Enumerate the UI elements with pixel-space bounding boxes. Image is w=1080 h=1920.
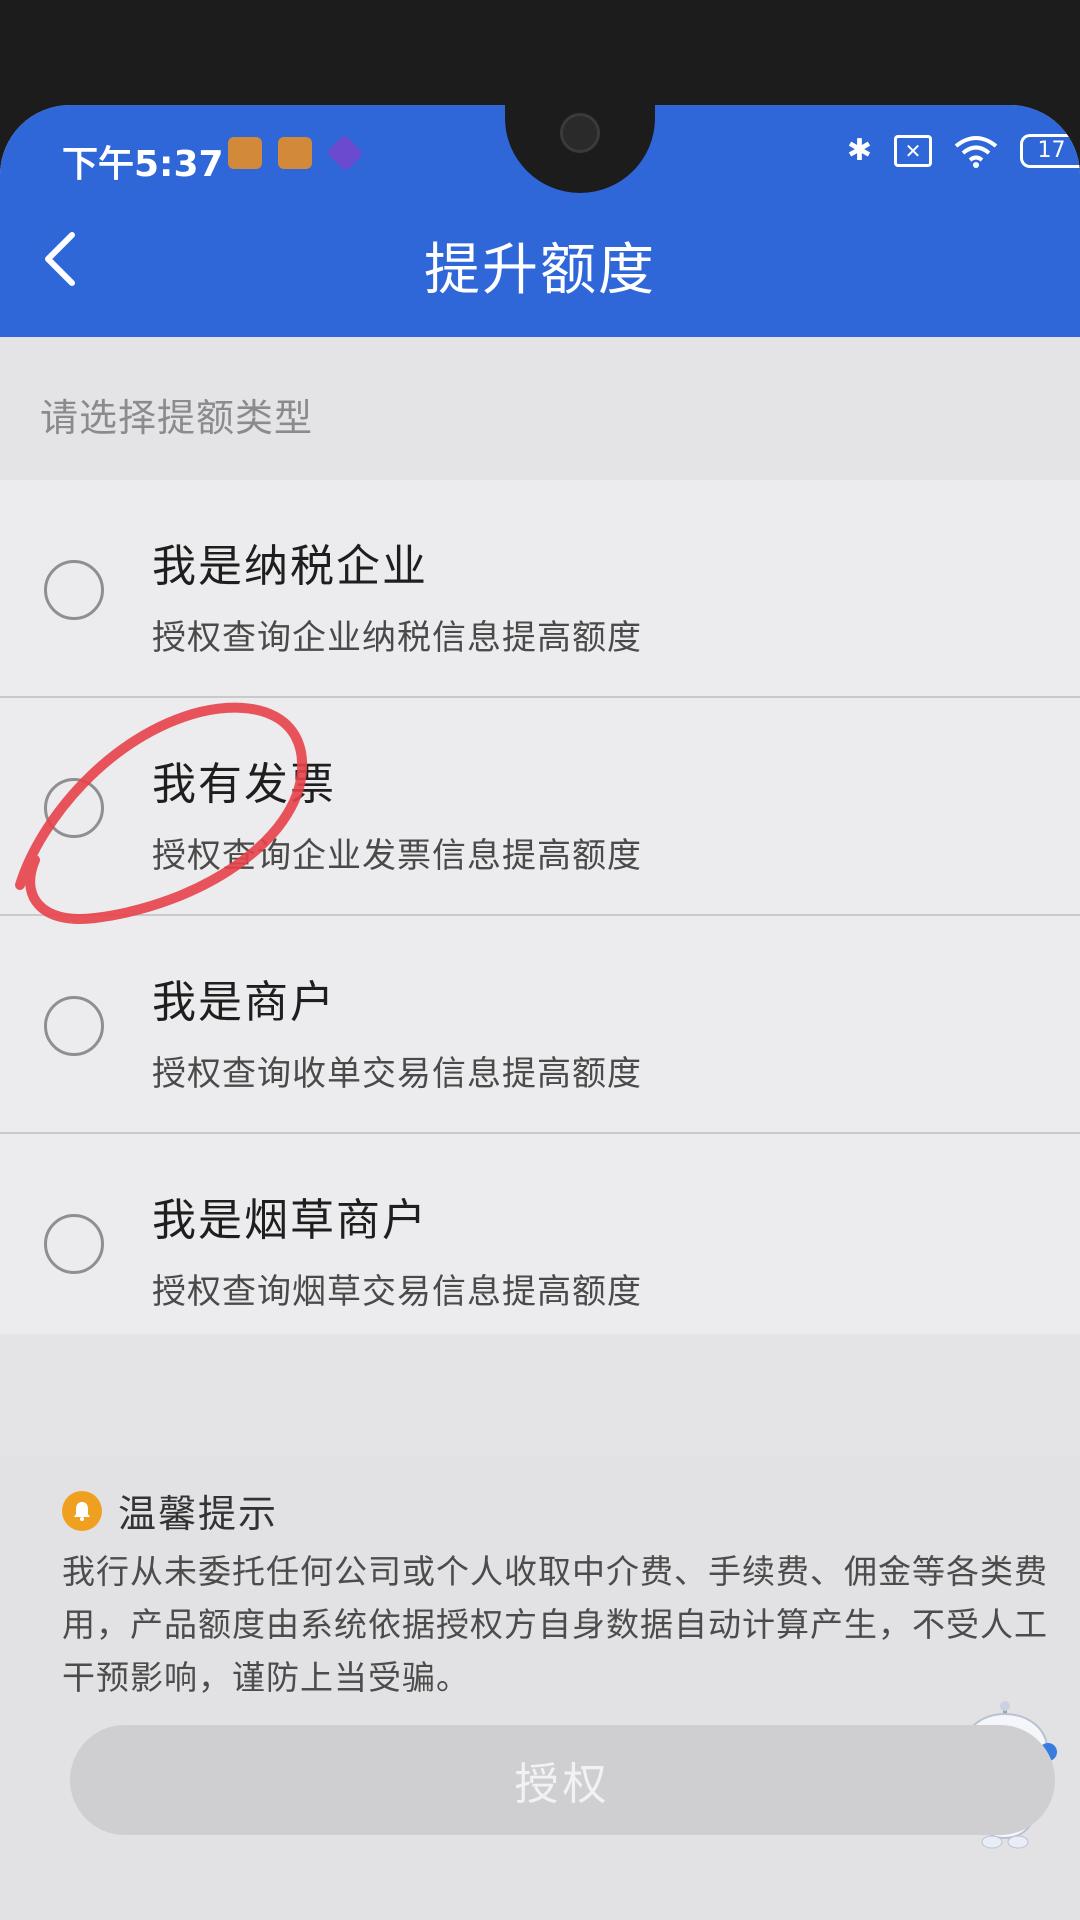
option-title: 我是烟草商户 [152,1195,428,1246]
page-title: 提升额度 [424,238,656,303]
wifi-icon [954,135,998,168]
status-time: 下午5:37 [62,144,224,185]
radio-button[interactable] [44,560,104,620]
front-camera [560,113,600,153]
bluetooth-icon: ✱ [846,133,872,168]
system-status-icons: ✱ ✕ 17 [847,133,1080,168]
option-tobacco-merchant[interactable]: 我是烟草商户 授权查询烟草交易信息提高额度 [0,1134,1080,1334]
option-title: 我是纳税企业 [152,541,428,592]
option-description: 授权查询收单交易信息提高额度 [152,1054,642,1094]
option-title: 我有发票 [152,759,336,810]
section-label: 请选择提额类型 [40,396,314,440]
bell-icon [62,1490,102,1531]
app-notification-icon [278,137,312,169]
option-list: 我是纳税企业 授权查询企业纳税信息提高额度 我有发票 授权查询企业发票信息提高额… [0,480,1080,1334]
option-invoice[interactable]: 我有发票 授权查询企业发票信息提高额度 [0,698,1080,916]
tips-panel: 温馨提示 我行从未委托任何公司或个人收取中介费、手续费、佣金等各类费用，产品额度… [0,1455,1080,1920]
radio-button[interactable] [44,778,104,838]
notification-icons [228,134,364,172]
battery-icon: 17 [1020,133,1080,168]
tips-title: 温馨提示 [118,1492,279,1536]
option-description: 授权查询企业发票信息提高额度 [152,836,642,876]
radio-button[interactable] [44,996,104,1056]
option-tax-enterprise[interactable]: 我是纳税企业 授权查询企业纳税信息提高额度 [0,480,1080,698]
sim-icon: ✕ [894,134,932,167]
tips-body: 我行从未委托任何公司或个人收取中介费、手续费、佣金等各类费用，产品额度由系统依据… [62,1552,1048,1697]
app-notification-icon [228,137,262,169]
tips-header: 温馨提示 [62,1483,278,1538]
app-header: 下午5:37 ✱ ✕ 17 提升额度 [0,105,1080,337]
option-title: 我是商户 [152,977,336,1028]
option-merchant[interactable]: 我是商户 授权查询收单交易信息提高额度 [0,916,1080,1134]
radio-button[interactable] [44,1214,104,1274]
authorize-button[interactable]: 授权 [70,1725,1055,1835]
app-notification-icon [326,134,364,172]
option-description: 授权查询企业纳税信息提高额度 [152,618,642,658]
option-description: 授权查询烟草交易信息提高额度 [152,1272,642,1312]
app-screen: 下午5:37 ✱ ✕ 17 提升额度 请选择提额类型 我是纳税企业 授权查询企业… [0,105,1080,1920]
phone-device: 下午5:37 ✱ ✕ 17 提升额度 请选择提额类型 我是纳税企业 授权查询企业… [0,0,1080,1920]
